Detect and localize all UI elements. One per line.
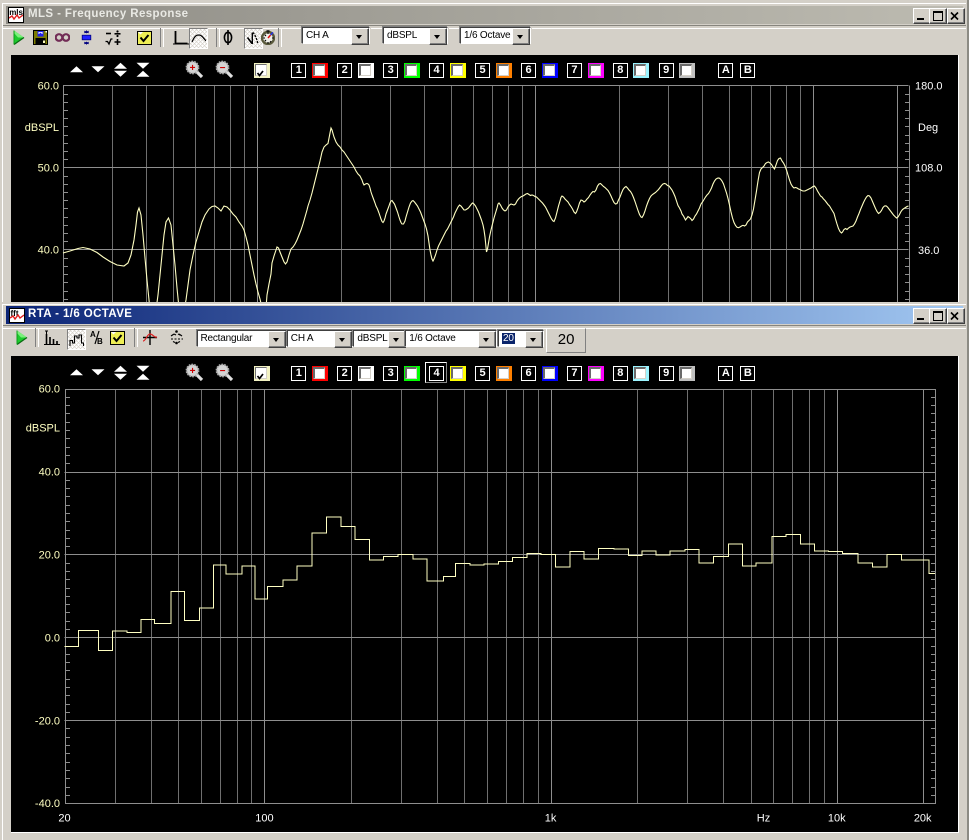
svg-text:50.0: 50.0 (38, 163, 59, 175)
svg-text:40.0: 40.0 (38, 245, 59, 257)
svg-text:-20.0: -20.0 (35, 715, 60, 727)
svg-text:60.0: 60.0 (38, 81, 59, 93)
svg-text:100: 100 (255, 813, 273, 825)
svg-text:Deg: Deg (918, 122, 938, 134)
svg-text:Hz: Hz (757, 813, 770, 825)
svg-text:108.0: 108.0 (915, 163, 943, 175)
svg-text:1k: 1k (545, 813, 557, 825)
svg-text:180.0: 180.0 (915, 81, 943, 93)
svg-text:dBSPL: dBSPL (25, 122, 59, 134)
svg-text:A: A (90, 330, 96, 339)
svg-text:20.0: 20.0 (39, 550, 60, 562)
svg-text:60.0: 60.0 (39, 384, 60, 396)
svg-text:-40.0: -40.0 (35, 798, 60, 810)
svg-text:dBSPL: dBSPL (26, 423, 60, 435)
svg-text:40.0: 40.0 (39, 467, 60, 479)
svg-text:10k: 10k (828, 813, 846, 825)
svg-text:0.0: 0.0 (45, 632, 60, 644)
svg-text:20k: 20k (914, 813, 932, 825)
svg-text:36.0: 36.0 (918, 245, 939, 257)
svg-text:B: B (97, 337, 103, 345)
svg-text:20: 20 (58, 813, 70, 825)
